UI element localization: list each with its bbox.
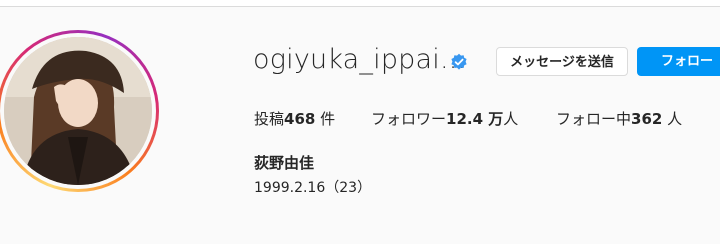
stat-posts: 投稿468 件 [254,108,335,129]
stat-followers[interactable]: フォロワー12.4 万人 [371,108,518,129]
stat-posts-suffix: 件 [315,110,336,128]
avatar[interactable] [4,37,152,185]
stat-following[interactable]: フォロー中362 人 [556,108,682,129]
stat-posts-prefix: 投稿 [254,110,285,128]
stat-followers-count: 12.4 万 [446,110,504,128]
profile-full-name: 荻野由佳 [254,154,315,172]
stat-posts-count: 468 [284,110,316,128]
stat-following-prefix: フォロー中 [556,110,632,128]
stat-followers-prefix: フォロワー [371,110,447,128]
stat-following-suffix: 人 [662,110,683,128]
follow-button[interactable]: フォロー [637,47,720,76]
profile-username: ogiyuka_ippai... [253,44,467,75]
stat-followers-suffix: 人 [503,110,519,128]
profile-avatar-story-ring[interactable] [0,30,159,192]
top-divider [0,0,720,7]
profile-bio: 1999.2.16（23） [254,180,372,196]
avatar-photo-image [4,37,152,185]
stat-following-count: 362 [631,110,663,128]
send-message-button[interactable]: メッセージを送信 [496,47,628,76]
verified-badge-icon [451,53,467,70]
